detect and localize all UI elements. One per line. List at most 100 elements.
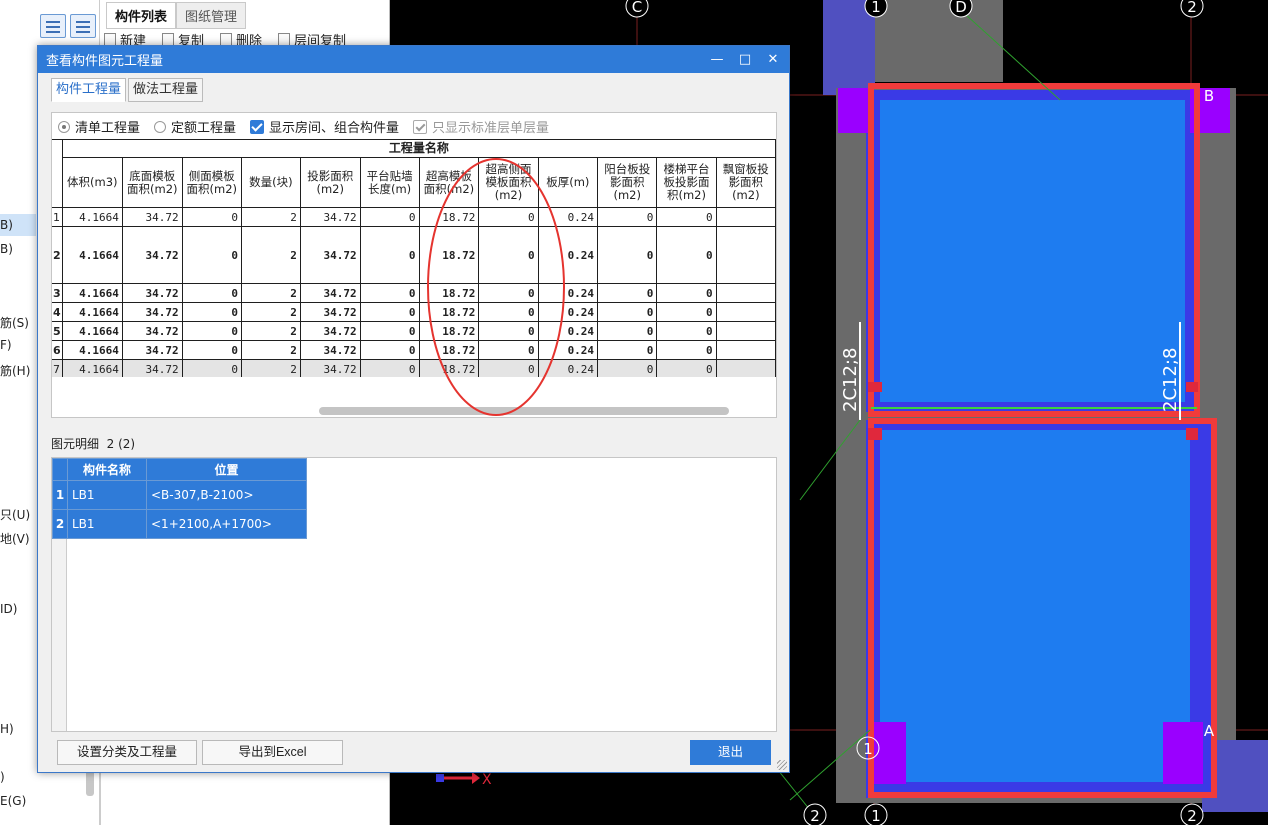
component-name-cell[interactable]: LB1 [67, 509, 147, 539]
table-cell[interactable]: 2 [240, 302, 301, 322]
side-item[interactable]: H) [0, 722, 14, 736]
table-cell[interactable]: 34.72 [299, 207, 361, 227]
table-cell[interactable]: 0 [359, 283, 420, 303]
table-cell[interactable]: 34.72 [299, 321, 361, 341]
column-header-component-name[interactable]: 构件名称 [67, 458, 147, 481]
table-cell[interactable]: 0 [656, 226, 717, 284]
detail-view-icon[interactable] [70, 14, 96, 38]
table-cell[interactable]: 4.1664 [61, 283, 123, 303]
table-cell[interactable]: 2 [240, 321, 301, 341]
side-item[interactable]: B) [0, 218, 13, 232]
maximize-icon[interactable]: □ [731, 46, 759, 73]
table-cell[interactable]: 0 [597, 207, 658, 227]
side-item[interactable]: E(G) [0, 794, 26, 808]
table-cell[interactable] [715, 340, 776, 360]
table-row[interactable]: 6 4.1664 34.72 0 2 34.72 0 18.72 0 0.24 0 0 [52, 340, 776, 360]
table-cell[interactable]: 18.72 [418, 302, 480, 322]
position-cell[interactable]: <1+2100,A+1700> [146, 509, 307, 539]
table-cell[interactable]: 0 [656, 359, 717, 377]
table-cell[interactable]: 0.24 [537, 226, 599, 284]
table-cell[interactable]: 0.24 [537, 283, 599, 303]
side-item[interactable]: 筋(S) [0, 314, 29, 331]
table-cell[interactable]: 0.24 [537, 302, 599, 322]
table-cell[interactable] [715, 283, 776, 303]
table-cell[interactable]: 34.72 [299, 359, 361, 377]
tab-drawing-management[interactable]: 图纸管理 [176, 2, 247, 29]
side-item[interactable]: 只(U) [0, 506, 30, 523]
table-cell[interactable]: 0 [478, 207, 539, 227]
column-header[interactable]: 体积(m3) [61, 157, 123, 208]
column-header[interactable]: 超高模板面积(m2) [418, 157, 480, 208]
position-cell[interactable]: <B-307,B-2100> [146, 480, 307, 510]
table-cell[interactable]: 0 [359, 359, 420, 377]
column-header[interactable]: 板厚(m) [537, 157, 599, 208]
table-cell[interactable]: 34.72 [121, 321, 183, 341]
table-cell[interactable]: 34.72 [121, 359, 183, 377]
table-row[interactable]: 7 4.1664 34.72 0 2 34.72 0 18.72 0 0.24 0 0 [52, 359, 776, 377]
table-cell[interactable]: 4.1664 [61, 302, 123, 322]
table-cell[interactable]: 34.72 [299, 226, 361, 284]
table-cell[interactable]: 18.72 [418, 207, 480, 227]
table-cell[interactable]: 18.72 [418, 359, 480, 377]
show-room-checkbox[interactable]: 显示房间、组合构件量 [250, 117, 399, 136]
table-cell[interactable]: 0 [597, 226, 658, 284]
table-cell[interactable]: 4.1664 [61, 321, 123, 341]
table-cell[interactable]: 0 [597, 302, 658, 322]
table-cell[interactable]: 0 [181, 283, 242, 303]
table-cell[interactable]: 0 [597, 359, 658, 377]
table-cell[interactable]: 0.24 [537, 359, 599, 377]
table-cell[interactable]: 0 [359, 340, 420, 360]
table-row[interactable]: 2 4.1664 34.72 0 2 34.72 0 18.72 0 0.24 0 0 [52, 226, 776, 284]
column-header[interactable]: 数量(块) [240, 157, 301, 208]
table-cell[interactable]: 0 [597, 321, 658, 341]
tab-method-quantity[interactable]: 做法工程量 [128, 78, 204, 102]
table-row[interactable]: 5 4.1664 34.72 0 2 34.72 0 18.72 0 0.24 0 0 [52, 321, 776, 341]
table-row[interactable]: 1 4.1664 34.72 0 2 34.72 0 18.72 0 0.24 0 0 [52, 207, 776, 227]
column-header[interactable]: 侧面模板面积(m2) [181, 157, 242, 208]
table-cell[interactable]: 0 [181, 359, 242, 377]
detail-row[interactable]: 2 LB1 <1+2100,A+1700> [52, 509, 307, 539]
table-cell[interactable]: 0 [656, 340, 717, 360]
quota-quantity-radio[interactable]: 定额工程量 [154, 117, 236, 136]
detail-row[interactable]: 1 LB1 <B-307,B-2100> [52, 480, 307, 510]
table-cell[interactable]: 0 [181, 226, 242, 284]
column-header[interactable]: 楼梯平台板投影面积(m2) [656, 157, 717, 208]
table-cell[interactable]: 0 [359, 302, 420, 322]
column-header[interactable]: 底面模板面积(m2) [121, 157, 183, 208]
column-header[interactable]: 投影面积(m2) [299, 157, 361, 208]
table-cell[interactable]: 0 [478, 359, 539, 377]
table-cell[interactable] [715, 207, 776, 227]
table-row[interactable]: 3 4.1664 34.72 0 2 34.72 0 18.72 0 0.24 0 0 [52, 283, 776, 303]
table-cell[interactable]: 34.72 [121, 283, 183, 303]
minimize-icon[interactable]: — [703, 46, 731, 73]
table-cell[interactable] [715, 302, 776, 322]
table-cell[interactable]: 0 [478, 321, 539, 341]
table-cell[interactable]: 0 [478, 302, 539, 322]
side-item[interactable]: 筋(H) [0, 362, 30, 379]
table-cell[interactable]: 2 [240, 283, 301, 303]
table-cell[interactable]: 0 [478, 226, 539, 284]
table-cell[interactable]: 34.72 [121, 207, 183, 227]
side-item[interactable]: ID) [0, 602, 17, 616]
table-cell[interactable]: 0 [359, 226, 420, 284]
list-view-icon[interactable] [40, 14, 66, 38]
table-cell[interactable]: 0 [656, 283, 717, 303]
table-cell[interactable]: 0 [478, 283, 539, 303]
table-cell[interactable]: 0 [597, 283, 658, 303]
table-cell[interactable]: 0 [181, 302, 242, 322]
horizontal-scrollbar[interactable] [319, 407, 729, 415]
exit-button[interactable]: 退出 [690, 740, 771, 765]
table-cell[interactable]: 4.1664 [61, 207, 123, 227]
table-cell[interactable]: 18.72 [418, 226, 480, 284]
table-cell[interactable]: 0 [181, 340, 242, 360]
table-cell[interactable]: 4.1664 [61, 340, 123, 360]
list-quantity-radio[interactable]: 清单工程量 [58, 117, 140, 136]
table-cell[interactable]: 0 [359, 207, 420, 227]
resize-grip[interactable] [777, 760, 787, 770]
table-cell[interactable]: 2 [240, 207, 301, 227]
column-header-position[interactable]: 位置 [146, 458, 307, 481]
close-icon[interactable]: ✕ [759, 46, 787, 73]
side-item[interactable]: B) [0, 242, 13, 256]
table-cell[interactable]: 0 [181, 207, 242, 227]
table-cell[interactable]: 0 [656, 321, 717, 341]
